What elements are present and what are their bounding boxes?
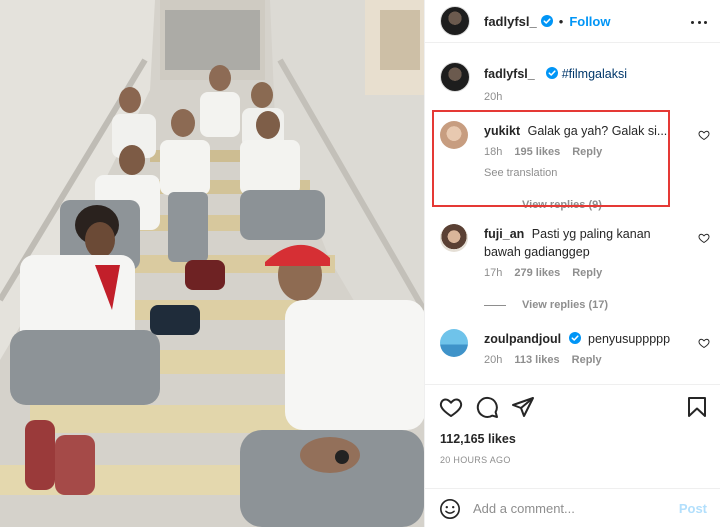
comment-time: 17h xyxy=(484,267,503,279)
view-replies-button[interactable]: View replies (9) xyxy=(484,196,684,214)
comment-avatar[interactable] xyxy=(440,121,468,149)
author-avatar[interactable] xyxy=(440,6,470,36)
caption-hashtag[interactable]: #filmgalaksi xyxy=(562,67,627,81)
comment-time: 18h xyxy=(484,146,503,158)
comments-list: fadlyfsl_ #filmgalaksi 20h yukikt Galak xyxy=(425,44,720,384)
comment-avatar[interactable] xyxy=(440,329,468,357)
action-icons xyxy=(439,395,709,421)
heart-icon[interactable] xyxy=(698,232,710,244)
comment-likes[interactable]: 279 likes xyxy=(514,264,560,282)
comment-item: yukikt Galak ga yah? Galak si.... 18h 19… xyxy=(440,121,710,211)
view-replies-label: View replies (17) xyxy=(522,299,609,311)
likes-count[interactable]: 112,165 likes xyxy=(440,432,516,446)
bookmark-icon[interactable] xyxy=(685,395,709,419)
replies-divider xyxy=(484,304,506,306)
comment-username[interactable]: zoulpandjoul xyxy=(484,332,561,346)
post-header: fadlyfsl_ • Follow xyxy=(425,0,720,43)
comment-item: zoulpandjoul penyusuppppp 20h 113 likes … xyxy=(440,329,710,379)
verified-icon xyxy=(568,332,581,344)
caption-time: 20h xyxy=(484,91,503,103)
share-icon[interactable] xyxy=(511,395,535,419)
comment-text: penyusuppppp xyxy=(588,332,671,346)
comment-text: Galak ga yah? Galak si.... xyxy=(527,124,671,138)
post-sidebar: fadlyfsl_ • Follow fadlyfsl_ #filmgalaks… xyxy=(424,0,720,527)
comment-icon[interactable] xyxy=(475,395,499,419)
comment-item: fuji_an Pasti yg paling kanan bawah gadi… xyxy=(440,224,710,314)
reply-button[interactable]: Reply xyxy=(572,264,602,282)
comment-input[interactable] xyxy=(473,501,679,516)
reply-button[interactable]: Reply xyxy=(572,143,602,161)
comment-username[interactable]: fuji_an xyxy=(484,227,524,241)
comment-likes[interactable]: 195 likes xyxy=(514,143,560,161)
header-separator: • xyxy=(558,13,564,29)
post-image xyxy=(0,0,424,527)
reply-button[interactable]: Reply xyxy=(572,351,602,369)
replies-divider xyxy=(484,204,506,206)
comment-username[interactable]: yukikt xyxy=(484,124,520,138)
follow-button[interactable]: Follow xyxy=(569,14,610,29)
heart-icon[interactable] xyxy=(439,395,463,419)
post-photo xyxy=(0,0,424,527)
heart-icon[interactable] xyxy=(698,129,710,141)
author-username[interactable]: fadlyfsl_ xyxy=(484,14,537,29)
post-actions: 112,165 likes 20 HOURS AGO Post xyxy=(425,384,720,527)
comment-time: 20h xyxy=(484,354,503,366)
more-icon[interactable] xyxy=(691,15,707,29)
verified-icon xyxy=(540,15,553,27)
caption-username[interactable]: fadlyfsl_ xyxy=(484,67,535,81)
post-comment-button[interactable]: Post xyxy=(679,501,707,516)
comment-likes[interactable]: 113 likes xyxy=(514,351,559,369)
post-caption: fadlyfsl_ #filmgalaksi 20h xyxy=(440,62,710,103)
caption-avatar[interactable] xyxy=(440,62,470,92)
view-replies-button[interactable]: View replies (17) xyxy=(484,296,684,314)
heart-icon[interactable] xyxy=(698,337,710,349)
emoji-icon[interactable] xyxy=(439,498,461,520)
add-comment-bar: Post xyxy=(425,488,720,527)
see-translation-link[interactable]: See translation xyxy=(484,164,684,182)
view-replies-label: View replies (9) xyxy=(522,199,602,211)
comment-avatar[interactable] xyxy=(440,224,468,252)
verified-icon xyxy=(546,67,559,79)
post-timestamp[interactable]: 20 HOURS AGO xyxy=(440,455,511,465)
